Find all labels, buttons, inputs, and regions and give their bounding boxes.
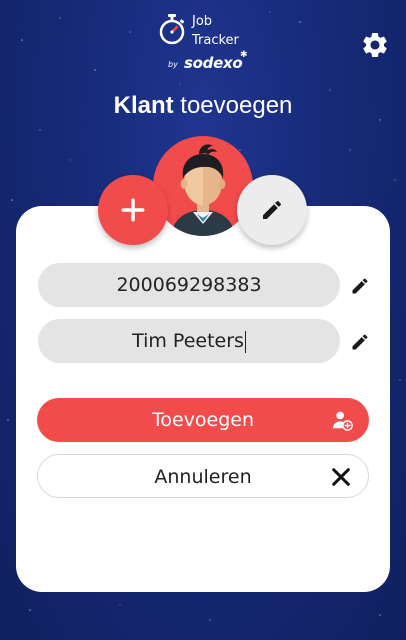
cancel-label: Annuleren: [154, 466, 252, 488]
add-customer-label: Toevoegen: [151, 409, 255, 431]
form-card: 200069298383 Tim Peeters Toevoegen Annul…: [16, 206, 390, 592]
close-icon: [332, 468, 350, 486]
customer-name-field[interactable]: Tim Peeters: [38, 319, 340, 363]
brand-star-icon: ✱: [240, 50, 248, 60]
page-title: Klant toevoegen: [0, 88, 406, 124]
text-cursor: [244, 330, 246, 353]
page-title-bold: Klant: [113, 92, 174, 119]
pencil-icon: [263, 200, 282, 219]
app-logo: Job Tracker by sodexo ✱: [158, 12, 258, 78]
cancel-button[interactable]: Annuleren: [37, 454, 369, 498]
logo-by: by: [168, 60, 178, 69]
add-customer-button[interactable]: Toevoegen: [37, 398, 369, 442]
stopwatch-icon: [159, 14, 185, 45]
pencil-icon[interactable]: [350, 332, 370, 352]
add-photo-button[interactable]: [98, 175, 168, 245]
customer-name-value: Tim Peeters: [132, 330, 244, 352]
edit-photo-button[interactable]: [237, 175, 307, 245]
page-title-rest: toevoegen: [180, 92, 293, 119]
add-user-icon: [332, 411, 353, 431]
logo-line-job: Job: [192, 14, 213, 29]
logo-line-tracker: Tracker: [192, 33, 239, 48]
customer-id-value: 200069298383: [116, 274, 262, 296]
gear-icon[interactable]: [360, 30, 390, 60]
plus-icon: [121, 198, 145, 222]
customer-id-field[interactable]: 200069298383: [38, 263, 340, 307]
logo-brand: sodexo: [184, 54, 243, 72]
pencil-icon[interactable]: [350, 276, 370, 296]
